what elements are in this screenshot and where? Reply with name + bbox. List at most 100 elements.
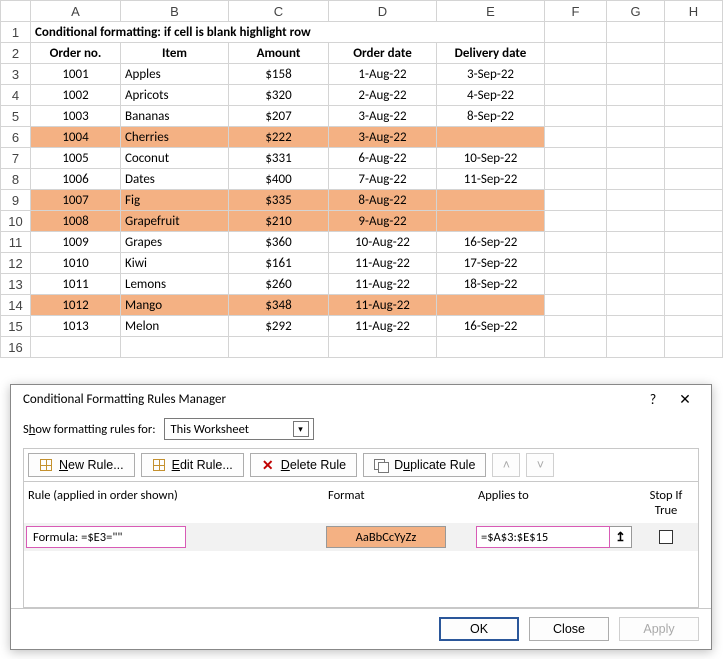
cell-odate[interactable]: 3-Aug-22 xyxy=(329,127,437,148)
cell-odate[interactable]: 9-Aug-22 xyxy=(329,211,437,232)
col-E[interactable]: E xyxy=(437,1,545,22)
cell-odate[interactable]: 11-Aug-22 xyxy=(329,253,437,274)
cell-amount[interactable]: $400 xyxy=(229,169,329,190)
cell-item[interactable]: Grapefruit xyxy=(121,211,229,232)
apply-button[interactable]: Apply xyxy=(619,617,699,641)
row-13[interactable]: 13 xyxy=(1,274,31,295)
cell-item[interactable]: Melon xyxy=(121,316,229,337)
row-7[interactable]: 7 xyxy=(1,148,31,169)
row-15[interactable]: 15 xyxy=(1,316,31,337)
move-up-button[interactable]: ˄ xyxy=(492,453,520,477)
format-preview[interactable]: AaBbCcYyZz xyxy=(326,526,446,548)
cell-odate[interactable]: 1-Aug-22 xyxy=(329,64,437,85)
help-button[interactable]: ? xyxy=(637,391,669,408)
cell-order[interactable]: 1004 xyxy=(31,127,121,148)
cell[interactable] xyxy=(607,274,665,295)
close-button[interactable]: Close xyxy=(529,617,609,641)
row-14[interactable]: 14 xyxy=(1,295,31,316)
cell[interactable] xyxy=(545,148,607,169)
row-4[interactable]: 4 xyxy=(1,85,31,106)
cell[interactable] xyxy=(545,64,607,85)
col-D[interactable]: D xyxy=(329,1,437,22)
cell[interactable] xyxy=(607,22,665,43)
cell-ddate[interactable]: 11-Sep-22 xyxy=(437,169,545,190)
cell-item[interactable]: Cherries xyxy=(121,127,229,148)
cell-order[interactable]: 1010 xyxy=(31,253,121,274)
edit-rule-button[interactable]: Edit Rule... xyxy=(141,453,244,477)
cell-amount[interactable]: $348 xyxy=(229,295,329,316)
spreadsheet-grid[interactable]: A B C D E F G H 1 Conditional formatting… xyxy=(0,0,723,358)
cell-odate[interactable]: 7-Aug-22 xyxy=(329,169,437,190)
cell[interactable] xyxy=(545,337,607,358)
cell-item[interactable]: Kiwi xyxy=(121,253,229,274)
cell-order[interactable]: 1005 xyxy=(31,148,121,169)
cell[interactable] xyxy=(607,127,665,148)
cell[interactable] xyxy=(665,169,723,190)
cell[interactable] xyxy=(665,106,723,127)
cell-ddate[interactable]: 8-Sep-22 xyxy=(437,106,545,127)
cell-amount[interactable]: $222 xyxy=(229,127,329,148)
cell[interactable] xyxy=(607,106,665,127)
header-order[interactable]: Order no. xyxy=(31,43,121,64)
page-title[interactable]: Conditional formatting: if cell is blank… xyxy=(31,22,545,43)
cell-ddate[interactable] xyxy=(437,127,545,148)
cell[interactable] xyxy=(229,337,329,358)
cell[interactable] xyxy=(607,316,665,337)
row-10[interactable]: 10 xyxy=(1,211,31,232)
cell[interactable] xyxy=(665,22,723,43)
cell[interactable] xyxy=(607,337,665,358)
row-1[interactable]: 1 xyxy=(1,22,31,43)
row-12[interactable]: 12 xyxy=(1,253,31,274)
cell[interactable] xyxy=(607,85,665,106)
duplicate-rule-button[interactable]: Duplicate Rule xyxy=(363,453,486,477)
new-rule-button[interactable]: New Rule... xyxy=(28,453,135,477)
header-amount[interactable]: Amount xyxy=(229,43,329,64)
cell[interactable] xyxy=(31,337,121,358)
row-5[interactable]: 5 xyxy=(1,106,31,127)
cell[interactable] xyxy=(545,127,607,148)
row-6[interactable]: 6 xyxy=(1,127,31,148)
stop-if-true-checkbox[interactable] xyxy=(659,530,673,544)
col-A[interactable]: A xyxy=(31,1,121,22)
cell-order[interactable]: 1006 xyxy=(31,169,121,190)
cell-amount[interactable]: $210 xyxy=(229,211,329,232)
cell-item[interactable]: Dates xyxy=(121,169,229,190)
cell[interactable] xyxy=(607,43,665,64)
cell[interactable] xyxy=(607,148,665,169)
row-2[interactable]: 2 xyxy=(1,43,31,64)
cell-odate[interactable]: 11-Aug-22 xyxy=(329,316,437,337)
cell-ddate[interactable]: 17-Sep-22 xyxy=(437,253,545,274)
cell[interactable] xyxy=(665,43,723,64)
cell-order[interactable]: 1011 xyxy=(31,274,121,295)
move-down-button[interactable]: ˅ xyxy=(526,453,554,477)
cell-amount[interactable]: $207 xyxy=(229,106,329,127)
col-H[interactable]: H xyxy=(665,1,723,22)
cell-order[interactable]: 1003 xyxy=(31,106,121,127)
cell[interactable] xyxy=(607,232,665,253)
close-icon[interactable]: ✕ xyxy=(669,391,701,408)
cell-order[interactable]: 1009 xyxy=(31,232,121,253)
col-G[interactable]: G xyxy=(607,1,665,22)
row-9[interactable]: 9 xyxy=(1,190,31,211)
cell[interactable] xyxy=(607,253,665,274)
delete-rule-button[interactable]: ✕Delete Rule xyxy=(250,453,357,477)
cell-ddate[interactable]: 10-Sep-22 xyxy=(437,148,545,169)
cell[interactable] xyxy=(437,337,545,358)
cell[interactable] xyxy=(607,64,665,85)
cell-amount[interactable]: $331 xyxy=(229,148,329,169)
cell-ddate[interactable]: 3-Sep-22 xyxy=(437,64,545,85)
cell[interactable] xyxy=(121,337,229,358)
cell-order[interactable]: 1012 xyxy=(31,295,121,316)
cell[interactable] xyxy=(545,190,607,211)
cell-item[interactable]: Lemons xyxy=(121,274,229,295)
range-picker-button[interactable]: ↥ xyxy=(610,526,632,548)
header-item[interactable]: Item xyxy=(121,43,229,64)
cell-item[interactable]: Coconut xyxy=(121,148,229,169)
cell-ddate[interactable] xyxy=(437,295,545,316)
cell[interactable] xyxy=(545,85,607,106)
cell-order[interactable]: 1001 xyxy=(31,64,121,85)
cell-item[interactable]: Apples xyxy=(121,64,229,85)
cell[interactable] xyxy=(607,211,665,232)
cell-ddate[interactable]: 18-Sep-22 xyxy=(437,274,545,295)
cell-amount[interactable]: $360 xyxy=(229,232,329,253)
